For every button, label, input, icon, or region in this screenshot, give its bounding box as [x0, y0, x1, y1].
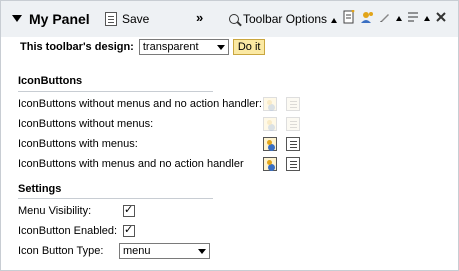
settings-section-title: Settings: [18, 183, 62, 195]
chevron-down-icon: [216, 45, 225, 50]
panel-header-icons: [342, 10, 448, 24]
collapse-chevron-icon[interactable]: [12, 15, 22, 22]
menu-visibility-checkbox[interactable]: [123, 205, 135, 217]
toolbar-options-button[interactable]: Toolbar Options: [229, 12, 338, 26]
pencil-icon[interactable]: [378, 10, 392, 24]
design-label: This toolbar's design:: [20, 41, 134, 53]
icon-button-type-label: Icon Button Type:: [18, 245, 104, 257]
list-icon[interactable]: [406, 10, 420, 24]
iconbutton-list-2[interactable]: [286, 117, 300, 131]
iconbutton-enabled-checkbox[interactable]: [123, 225, 135, 237]
iconbuttons-section-title: IconButtons: [18, 75, 83, 87]
new-document-icon[interactable]: [342, 10, 356, 24]
panel-title: My Panel: [29, 11, 90, 27]
iconbuttons-row-2-label: IconButtons without menus:: [18, 118, 154, 130]
iconbuttons-row-3-label: IconButtons with menus:: [18, 138, 138, 150]
toolbar-options-label: Toolbar Options: [243, 12, 328, 26]
panel-frame: My Panel Save » Toolbar Options This too…: [0, 0, 459, 271]
triangle-up-icon: [331, 18, 338, 23]
settings-divider: [18, 198, 213, 199]
panel-titlebar: My Panel Save » Toolbar Options: [1, 1, 458, 37]
design-select-value: transparent: [142, 41, 199, 53]
iconbutton-list-3[interactable]: [286, 137, 300, 151]
icon-button-type-select[interactable]: menu: [119, 243, 210, 259]
save-label: Save: [122, 12, 150, 26]
iconbuttons-row-1-label: IconButtons without menus and no action …: [18, 98, 262, 110]
document-icon: [105, 12, 117, 26]
design-select[interactable]: transparent: [138, 39, 229, 55]
iconbutton-user-4[interactable]: [263, 157, 277, 171]
icon-button-type-value: menu: [123, 245, 151, 257]
iconbuttons-row-4-label: IconButtons with menus and no action han…: [18, 158, 244, 170]
iconbutton-enabled-label: IconButton Enabled:: [18, 225, 118, 237]
triangle-up-icon[interactable]: [424, 16, 430, 21]
chevron-down-icon: [198, 249, 206, 254]
doit-button[interactable]: Do it: [232, 39, 266, 55]
close-icon[interactable]: [434, 10, 448, 24]
iconbutton-list-4[interactable]: [286, 157, 300, 171]
search-icon: [229, 14, 239, 24]
iconbutton-user-2[interactable]: [263, 117, 277, 131]
menu-visibility-label: Menu Visibility:: [18, 205, 92, 217]
overflow-button[interactable]: »: [196, 10, 203, 25]
user-icon[interactable]: [360, 10, 374, 24]
save-button[interactable]: Save: [105, 12, 149, 26]
iconbutton-user-1[interactable]: [263, 97, 277, 111]
iconbutton-user-3[interactable]: [263, 137, 277, 151]
iconbutton-list-1[interactable]: [286, 97, 300, 111]
design-row: This toolbar's design: transparent Do it: [20, 39, 266, 55]
triangle-up-icon[interactable]: [396, 16, 402, 21]
iconbuttons-divider: [18, 91, 213, 92]
